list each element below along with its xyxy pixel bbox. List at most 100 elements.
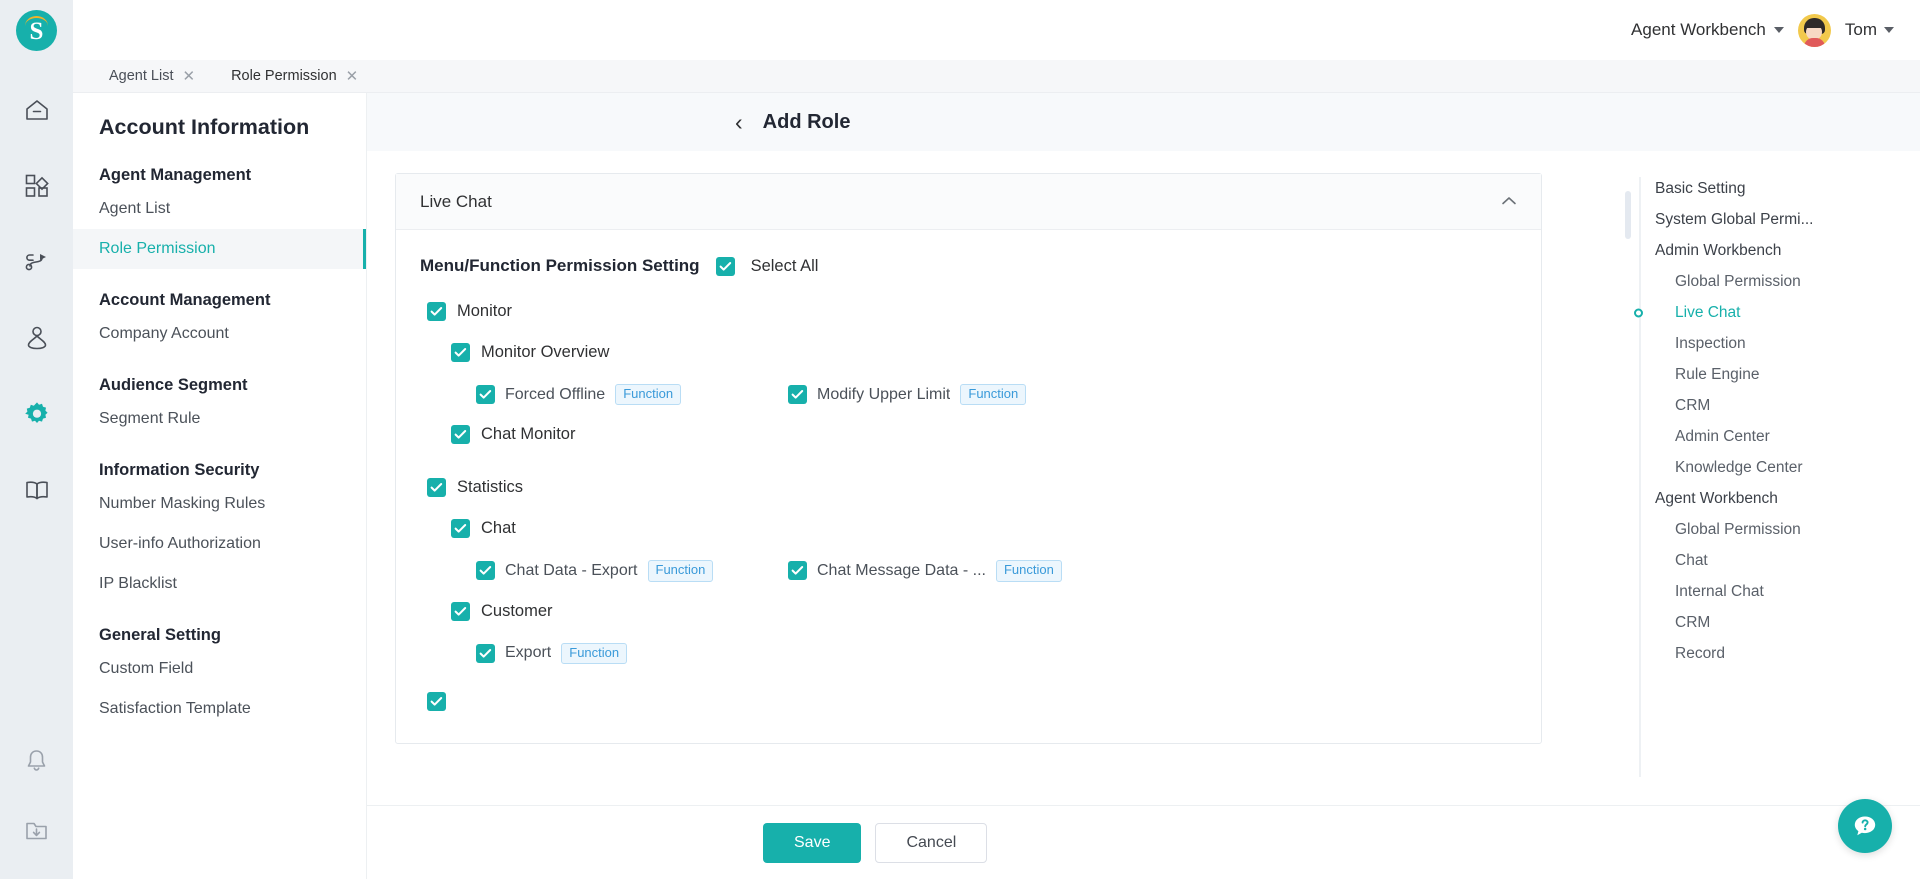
header-actions: Agent Workbench Tom <box>1631 13 1920 47</box>
save-button[interactable]: Save <box>763 822 862 863</box>
permission-function-forced-offline[interactable]: Forced Offline Function <box>476 384 788 406</box>
page-title: Add Role <box>762 110 851 133</box>
permission-label: Export <box>505 644 552 662</box>
function-badge: Function <box>960 384 1027 406</box>
sidebar-item-number-masking-rules[interactable]: Number Masking Rules <box>73 484 366 524</box>
close-icon[interactable]: ✕ <box>346 69 359 84</box>
sidebar-item-role-permission[interactable]: Role Permission <box>73 229 366 269</box>
download-folder-icon[interactable] <box>15 809 59 853</box>
sidebar-item-company-account[interactable]: Company Account <box>73 314 366 354</box>
checkbox[interactable] <box>788 561 807 581</box>
sidebar-item-segment-rule[interactable]: Segment Rule <box>73 399 366 439</box>
permission-node-customer[interactable]: Customer <box>451 601 1517 621</box>
anchor-item-rule-engine[interactable]: Rule Engine <box>1655 359 1920 390</box>
anchor-item-crm[interactable]: CRM <box>1655 390 1920 421</box>
avatar[interactable] <box>1797 13 1831 47</box>
permission-node-chat-monitor[interactable]: Chat Monitor <box>451 425 1517 445</box>
home-icon[interactable] <box>15 88 59 132</box>
permission-function-chat-message-data[interactable]: Chat Message Data - ... Function <box>788 560 1100 582</box>
apps-grid-icon[interactable] <box>15 164 59 208</box>
anchor-item-agent-global-permission[interactable]: Global Permission <box>1655 514 1920 545</box>
permission-label: Chat Monitor <box>481 425 576 444</box>
anchor-item-global-permission[interactable]: Global Permission <box>1655 266 1920 297</box>
sidebar-item-agent-list[interactable]: Agent List <box>73 189 366 229</box>
back-icon[interactable]: ‹ <box>735 110 743 134</box>
icon-rail <box>0 60 73 879</box>
sidebar-item-satisfaction-template[interactable]: Satisfaction Template <box>73 689 366 729</box>
notification-bell-icon[interactable] <box>15 739 59 783</box>
permission-node-partial[interactable] <box>427 691 1517 711</box>
app-logo[interactable]: S <box>16 9 57 51</box>
sidebar-item-custom-field[interactable]: Custom Field <box>73 649 366 689</box>
checkbox[interactable] <box>476 385 495 405</box>
permission-node-chat[interactable]: Chat <box>451 519 1517 539</box>
permission-scroll-view[interactable]: Live Chat Menu/Function Permission Setti… <box>395 173 1615 805</box>
content-body: Live Chat Menu/Function Permission Setti… <box>367 151 1920 853</box>
anchor-item-system-global-permission[interactable]: System Global Permi... <box>1655 204 1920 235</box>
avatar-bangs <box>1805 21 1823 28</box>
settings-gear-icon[interactable] <box>15 392 59 436</box>
permission-label: Chat <box>481 519 516 538</box>
select-all-checkbox[interactable] <box>715 256 735 276</box>
anchor-item-chat[interactable]: Chat <box>1655 545 1920 576</box>
checkbox[interactable] <box>427 478 446 498</box>
checkbox[interactable] <box>427 691 446 711</box>
logo-slot: S <box>0 0 73 60</box>
cancel-button[interactable]: Cancel <box>875 822 988 863</box>
card-header[interactable]: Live Chat <box>396 174 1541 230</box>
anchor-item-live-chat[interactable]: Live Chat <box>1634 297 1920 328</box>
anchor-item-internal-chat[interactable]: Internal Chat <box>1655 576 1920 607</box>
avatar-body <box>1803 37 1825 47</box>
checkbox[interactable] <box>451 425 470 445</box>
routing-flow-icon[interactable] <box>15 240 59 284</box>
anchor-item-agent-workbench[interactable]: Agent Workbench <box>1655 483 1920 514</box>
checkbox[interactable] <box>427 302 446 321</box>
sidebar-group-title: General Setting <box>99 626 221 644</box>
anchor-item-agent-crm[interactable]: CRM <box>1655 607 1920 638</box>
card-body: Menu/Function Permission Setting Select … <box>396 230 1541 743</box>
app-shell: Agent List ✕ Role Permission ✕ Account I… <box>0 60 1920 879</box>
anchor-item-basic-setting[interactable]: Basic Setting <box>1655 173 1920 204</box>
anchor-rail <box>1639 177 1641 777</box>
chevron-down-icon <box>1773 27 1784 33</box>
function-badge: Function <box>561 642 628 664</box>
sidebar-item-ip-blacklist[interactable]: IP Blacklist <box>73 564 366 604</box>
tab-role-permission[interactable]: Role Permission ✕ <box>213 60 376 93</box>
checkbox[interactable] <box>451 343 470 362</box>
anchor-item-admin-workbench[interactable]: Admin Workbench <box>1655 235 1920 266</box>
tab-agent-list[interactable]: Agent List ✕ <box>91 60 213 93</box>
sidebar-item-user-info-authorization[interactable]: User-info Authorization <box>73 524 366 564</box>
permission-label: Modify Upper Limit <box>817 385 951 403</box>
permission-node-monitor[interactable]: Monitor <box>427 302 1517 321</box>
sidebar-group-title: Account Management <box>99 291 271 309</box>
permission-function-customer-export[interactable]: Export Function <box>476 642 788 664</box>
permission-setting-header: Menu/Function Permission Setting Select … <box>420 256 1517 276</box>
anchor-item-inspection[interactable]: Inspection <box>1655 328 1920 359</box>
audience-person-icon[interactable] <box>15 316 59 360</box>
permission-node-statistics[interactable]: Statistics <box>427 478 1517 498</box>
workbench-label: Agent Workbench <box>1631 20 1766 39</box>
permission-setting-label: Menu/Function Permission Setting <box>420 256 700 275</box>
function-row: Chat Data - Export Function Chat Message… <box>476 560 1517 582</box>
anchor-item-admin-center[interactable]: Admin Center <box>1655 421 1920 452</box>
workbench-switcher[interactable]: Agent Workbench <box>1631 20 1784 40</box>
chevron-up-icon[interactable] <box>1501 193 1517 210</box>
permission-function-chat-data-export[interactable]: Chat Data - Export Function <box>476 560 788 582</box>
anchor-label: Live Chat <box>1675 303 1741 321</box>
knowledge-book-icon[interactable] <box>15 468 59 512</box>
sidebar-group-title: Agent Management <box>99 166 252 184</box>
checkbox[interactable] <box>476 643 495 663</box>
live-chat-permission-card: Live Chat Menu/Function Permission Setti… <box>395 173 1542 744</box>
checkbox[interactable] <box>451 601 470 621</box>
permission-function-modify-upper-limit[interactable]: Modify Upper Limit Function <box>788 384 1100 406</box>
user-menu[interactable]: Tom <box>1845 20 1894 40</box>
checkbox[interactable] <box>788 385 807 405</box>
anchor-item-record[interactable]: Record <box>1655 638 1920 669</box>
scrollbar-thumb[interactable] <box>1625 191 1631 239</box>
anchor-item-knowledge-center[interactable]: Knowledge Center <box>1655 452 1920 483</box>
checkbox[interactable] <box>476 561 495 581</box>
permission-node-monitor-overview[interactable]: Monitor Overview <box>451 343 1517 362</box>
help-chat-icon[interactable] <box>1838 799 1892 853</box>
close-icon[interactable]: ✕ <box>183 69 196 84</box>
checkbox[interactable] <box>451 519 470 539</box>
